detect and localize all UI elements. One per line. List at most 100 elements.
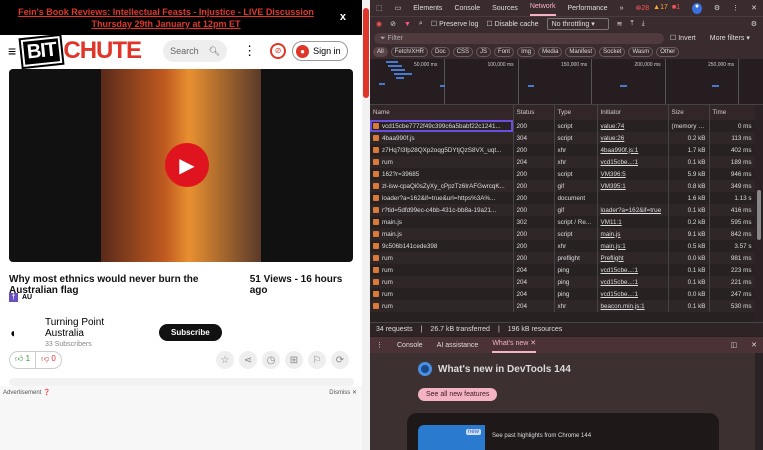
dislike-button[interactable]: 👎︎ 0 <box>36 352 61 368</box>
request-row[interactable]: r?tid=5dfd99ec-c4bb-431c-bb8a-19a21... 20… <box>370 204 756 216</box>
throttling-select[interactable]: No throttling ▾ <box>546 18 609 30</box>
cell-initiator[interactable]: vcd15cbe...:1 <box>597 288 669 300</box>
close-devtools-icon[interactable]: ✕ <box>751 4 757 12</box>
cell-initiator[interactable]: VM395:1 <box>597 180 669 192</box>
tab-console[interactable]: Console <box>454 5 480 12</box>
menu-icon[interactable]: ≡ <box>8 43 16 59</box>
flag-icon[interactable]: ⚐ <box>308 351 326 369</box>
cell-initiator[interactable]: Preflight <box>597 252 669 264</box>
more-options-icon[interactable]: ⋮ <box>243 43 256 59</box>
sign-in-button[interactable]: ● Sign in <box>292 41 348 61</box>
more-icon[interactable]: ⋮ <box>732 4 739 12</box>
chip-css[interactable]: CSS <box>452 47 474 57</box>
chip-doc[interactable]: Doc <box>431 47 450 57</box>
column-header-time[interactable]: Time <box>709 105 756 120</box>
video-player[interactable]: ▶ <box>9 69 353 262</box>
export-icon[interactable]: ⤓ <box>642 20 645 28</box>
request-row[interactable]: rum 204 ping vcd15cbe...:1 0.1 kB 223 ms <box>370 264 756 276</box>
channel-avatar[interactable]: ◖ <box>9 326 37 340</box>
notifications-off-icon[interactable]: ⊘ <box>270 43 287 59</box>
request-row[interactable]: rum 204 xhr beacon.min.js:1 0.1 kB 530 ms <box>370 300 756 312</box>
chip-fetchxhr[interactable]: Fetch/XHR <box>390 47 429 57</box>
subscribe-button[interactable]: Subscribe <box>159 324 222 341</box>
help-icon[interactable]: ❓ <box>43 390 50 396</box>
search-input[interactable]: Search 🔍︎ <box>163 40 228 62</box>
network-settings-icon[interactable]: ⚙ <box>751 20 757 28</box>
page-scrollbar[interactable] <box>362 0 370 450</box>
request-row[interactable]: main.js 200 script main.js 9.1 kB 842 ms <box>370 228 756 240</box>
cell-initiator[interactable]: value:74 <box>597 120 669 132</box>
request-row[interactable]: rum 204 ping vcd15cbe...:1 0.0 kB 247 ms <box>370 288 756 300</box>
cell-initiator[interactable]: 4baa990f.js:1 <box>597 144 669 156</box>
announcement-banner[interactable]: Fein's Book Reviews: Intellectual Feasts… <box>0 0 362 35</box>
search-icon[interactable]: 🔍︎ <box>209 46 220 57</box>
import-icon[interactable]: ⤒ <box>630 20 633 28</box>
tab-elements[interactable]: Elements <box>413 5 442 12</box>
share-icon[interactable]: ⋖ <box>239 351 257 369</box>
device-toolbar-icon[interactable]: ▭ <box>395 4 402 12</box>
drawer-menu-icon[interactable]: ⋮ <box>376 341 383 349</box>
inspect-icon[interactable]: ⬚ <box>376 4 383 12</box>
preserve-log-checkbox[interactable]: ☐ Preserve log <box>431 20 479 28</box>
cell-initiator[interactable]: vcd15cbe...:1 <box>597 264 669 276</box>
cell-initiator[interactable]: loader?a=162&if=true <box>597 204 669 216</box>
drawer-scrollbar[interactable] <box>755 353 763 450</box>
channel-name[interactable]: Turning Point Australia <box>45 317 145 339</box>
play-icon[interactable]: ▶ <box>165 143 209 187</box>
record-icon[interactable]: ◉ <box>376 20 382 28</box>
repeat-icon[interactable]: ⟳ <box>331 351 349 369</box>
chip-media[interactable]: Media <box>538 47 563 57</box>
request-row[interactable]: vcd15cbe7772f49c399c6a5babf22c1241... 200… <box>370 120 756 132</box>
chip-socket[interactable]: Socket <box>599 47 626 57</box>
invert-checkbox[interactable]: ☐ Invert <box>670 34 696 42</box>
tab-sources[interactable]: Sources <box>492 5 518 12</box>
chip-font[interactable]: Font <box>494 47 515 57</box>
watch-later-icon[interactable]: ◷ <box>262 351 280 369</box>
see-all-features-button[interactable]: See all new features <box>418 388 498 401</box>
disable-cache-checkbox[interactable]: ☐ Disable cache <box>486 20 538 28</box>
favorite-icon[interactable]: ☆ <box>216 351 234 369</box>
filter-input[interactable]: ⏷ Filter <box>374 32 664 44</box>
column-header-type[interactable]: Type <box>554 105 598 120</box>
add-playlist-icon[interactable]: ⊞ <box>285 351 303 369</box>
category-tag[interactable]: † AU <box>9 293 354 302</box>
dismiss-button[interactable]: Dismiss ✕ <box>329 389 357 396</box>
drawer-tab-whats-new[interactable]: What's new ✕ <box>492 337 537 353</box>
banner-close-button[interactable]: x <box>340 11 346 23</box>
chip-js[interactable]: JS <box>476 47 492 57</box>
cell-initiator[interactable]: main.js:1 <box>597 240 669 252</box>
clear-icon[interactable]: ⊘ <box>390 20 396 28</box>
column-header-size[interactable]: Size <box>668 105 710 120</box>
request-row[interactable]: rum 204 xhr vcd15cbe...:1 0.1 kB 189 ms <box>370 156 756 168</box>
chip-manifest[interactable]: Manifest <box>565 47 597 57</box>
tab-network[interactable]: Network <box>529 0 556 16</box>
filter-icon[interactable]: ▼ <box>404 21 411 28</box>
cell-initiator[interactable]: value:26 <box>597 132 669 144</box>
request-row[interactable]: main.js 302 script / Re... VM11:1 0.2 kB 595 … <box>370 216 756 228</box>
request-row[interactable]: rum 200 preflight Preflight 0.0 kB 981 ms <box>370 252 756 264</box>
search-icon[interactable]: ⌕ <box>419 20 423 28</box>
cell-initiator[interactable]: VM11:1 <box>597 216 669 228</box>
request-row[interactable]: rum 204 ping vcd15cbe...:1 0.1 kB 221 ms <box>370 276 756 288</box>
highlights-card[interactable]: new See past highlights from Chrome 144 <box>407 413 719 450</box>
issue-counters[interactable]: ⊗28 ▲17 ■1 <box>635 4 680 12</box>
more-tabs-icon[interactable]: » <box>620 5 624 12</box>
request-row[interactable]: 9c506b141cede398 200 xhr main.js:1 0.5 kB 3.5… <box>370 240 756 252</box>
cell-initiator[interactable]: vcd15cbe...:1 <box>597 156 669 168</box>
cell-initiator[interactable]: VM396:5 <box>597 168 669 180</box>
banner-link[interactable]: Fein's Book Reviews: Intellectual Feasts… <box>18 7 314 29</box>
request-row[interactable]: 162?r=39685 200 script VM396:5 5.9 kB 946 ms <box>370 168 756 180</box>
settings-icon[interactable]: ⚙ <box>714 4 720 12</box>
more-filters-dropdown[interactable]: More filters ▾ <box>710 34 750 42</box>
column-header-status[interactable]: Status <box>513 105 555 120</box>
column-header-name[interactable]: Name <box>370 105 514 120</box>
column-header-initiator[interactable]: Initiator <box>597 105 669 120</box>
bitchute-logo[interactable]: BIT CHUTE <box>18 33 142 69</box>
dock-icon[interactable]: ◫ <box>731 341 738 349</box>
like-button[interactable]: 👍︎ 1 <box>10 352 37 368</box>
ai-icon[interactable]: ● <box>692 2 702 14</box>
chip-other[interactable]: Other <box>656 47 680 57</box>
table-scrollbar[interactable] <box>755 105 763 322</box>
timeline-overview[interactable]: 50,000 ms 100,000 ms 150,000 ms 200,000 ms 2… <box>370 59 763 105</box>
request-row[interactable]: loader?a=162&if=true&url=https%3A%... 200… <box>370 192 756 204</box>
